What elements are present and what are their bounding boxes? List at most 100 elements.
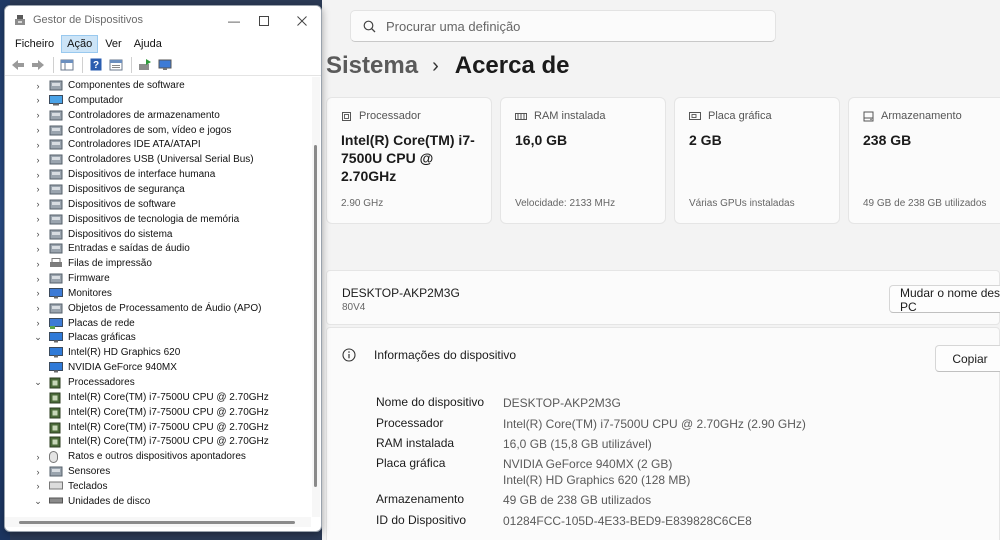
tree-category-item[interactable]: › Dispositivos de tecnologia de memória [33,212,240,227]
tree-category-item[interactable]: › Sensores [33,464,111,479]
chevron-right-icon[interactable]: › [33,155,43,165]
forward-button[interactable] [29,56,47,74]
chevron-right-icon[interactable]: › [33,288,43,298]
tree-category-item[interactable]: › Filas de impressão [33,256,152,271]
chevron-right-icon[interactable]: › [33,274,43,284]
svg-text:?: ? [93,60,99,71]
chevron-right-icon[interactable]: › [33,170,43,180]
chevron-right-icon[interactable]: › [33,199,43,209]
spec-key: Placa gráfica [376,456,446,470]
chevron-right-icon[interactable]: › [33,184,43,194]
chevron-right-icon[interactable]: › [33,318,43,328]
tree-item-label: NVIDIA GeForce 940MX [68,362,177,374]
keyboard-icon [49,481,63,492]
chevron-right-icon[interactable]: › [33,467,43,477]
menu-action[interactable]: Ação [61,35,99,53]
show-hide-console-tree-button[interactable] [58,56,76,74]
tree-device-item[interactable]: Intel(R) Core(TM) i7-7500U CPU @ 2.70GHz [49,390,269,405]
tree-category-item[interactable]: › Computador [33,93,123,108]
breadcrumb-system-link[interactable]: Sistema [326,52,418,80]
chevron-right-icon[interactable]: › [33,229,43,239]
menu-view[interactable]: Ver [100,36,127,52]
tree-item-label: Computador [68,94,124,106]
chevron-right-icon[interactable]: › [33,95,43,105]
menu-file[interactable]: Ficheiro [10,36,59,52]
tree-category-item[interactable]: › Controladores IDE ATA/ATAPI [33,137,201,152]
chevron-right-icon[interactable]: › [33,125,43,135]
tree-device-item[interactable]: Intel(R) Core(TM) i7-7500U CPU @ 2.70GHz [49,405,269,420]
tree-item-label: Controladores IDE ATA/ATAPI [68,139,201,151]
tree-category-item[interactable]: › Controladores de armazenamento [33,108,220,123]
tree-category-item[interactable]: › Firmware [33,271,110,286]
tree-category-item[interactable]: › Dispositivos de interface humana [33,167,216,182]
horizontal-scrollbar[interactable] [5,517,311,527]
help-button[interactable]: ? [87,56,105,74]
chevron-right-icon[interactable]: › [33,140,43,150]
copy-button[interactable]: Copiar [935,345,1000,372]
tree-category-item[interactable]: › Dispositivos de segurança [33,182,185,197]
tree-category-item[interactable]: ⌄ Unidades de disco [33,494,150,509]
tree-device-item[interactable]: Intel(R) HD Graphics 620 [49,345,180,360]
search-box[interactable] [350,10,776,42]
tree-category-item[interactable]: › Objetos de Processamento de Áudio (APO) [33,301,262,316]
scan-hardware-button[interactable] [156,56,174,74]
network-adapter-icon [49,317,63,329]
maximize-button[interactable] [252,12,276,30]
toolbar: ? [5,54,321,76]
speaker-icon [49,125,63,136]
menu-help[interactable]: Ajuda [129,36,167,52]
tree-category-item[interactable]: › Dispositivos de software [33,197,176,212]
title-bar[interactable]: Gestor de Dispositivos — [5,6,321,34]
update-driver-button[interactable] [136,56,154,74]
tree-device-item[interactable]: Intel(R) Core(TM) i7-7500U CPU @ 2.70GHz [49,434,269,449]
minimize-button[interactable]: — [222,12,246,30]
tree-category-item[interactable]: ⌄ Processadores [33,375,135,390]
tree-item-label: Controladores USB (Universal Serial Bus) [68,154,254,166]
tree-category-item[interactable]: › Componentes de software [33,78,185,93]
tree-category-item[interactable]: › Placas de rede [33,316,135,331]
tree-category-item[interactable]: › Monitores [33,286,112,301]
tree-device-item[interactable]: Intel(R) Core(TM) i7-7500U CPU @ 2.70GHz [49,420,269,435]
tree-category-item[interactable]: › Controladores de som, vídeo e jogos [33,123,232,138]
spec-value: DESKTOP-AKP2M3G [503,396,621,410]
tree-item-label: Entradas e saídas de áudio [68,243,190,255]
chevron-right-icon[interactable]: › [33,303,43,313]
vertical-scroll-thumb[interactable] [314,145,317,487]
chevron-right-icon[interactable]: › [33,81,43,91]
tree-category-item[interactable]: › Controladores USB (Universal Serial Bus… [33,152,254,167]
tree-category-item[interactable]: › Ratos e outros dispositivos apontadores [33,449,246,464]
chevron-right-icon[interactable]: › [33,481,43,491]
vertical-scrollbar[interactable] [312,77,320,517]
chevron-right-icon[interactable]: › [33,214,43,224]
tree-device-item[interactable]: NVIDIA GeForce 940MX [49,360,177,375]
rename-pc-button[interactable]: Mudar o nome deste PC [889,285,1000,314]
tree-category-item[interactable]: › Dispositivos do sistema [33,227,173,242]
chevron-right-icon[interactable]: › [33,244,43,254]
window-title: Gestor de Dispositivos [33,14,144,26]
mouse-icon [49,451,63,464]
tree-item-label: Intel(R) Core(TM) i7-7500U CPU @ 2.70GHz [68,406,269,418]
device-info-header[interactable]: Informações do dispositivo [342,348,516,362]
close-button[interactable] [290,12,314,30]
horizontal-scroll-thumb[interactable] [19,521,295,524]
card-subtext: 49 GB de 238 GB utilizados [863,198,987,209]
chevron-right-icon[interactable]: › [33,452,43,462]
chevron-down-icon[interactable]: ⌄ [33,332,43,343]
back-button[interactable] [9,56,27,74]
ram-card: RAM instalada 16,0 GB Velocidade: 2133 M… [500,97,666,224]
spec-value: Intel(R) HD Graphics 620 (128 MB) [503,473,691,487]
chevron-down-icon[interactable]: ⌄ [33,496,43,507]
display-adapter-icon [49,362,63,373]
tree-category-item[interactable]: › Entradas e saídas de áudio [33,241,190,256]
search-input[interactable] [386,18,746,34]
device-info-title: Informações do dispositivo [374,348,517,362]
processor-icon [49,407,63,419]
chevron-right-icon[interactable]: › [33,110,43,120]
chevron-right-icon[interactable]: › [33,259,43,269]
toolbar-separator [82,56,83,73]
tree-category-item[interactable]: ⌄ Placas gráficas [33,330,136,345]
tree-category-item[interactable]: › Teclados [33,479,108,494]
properties-button[interactable] [107,56,125,74]
card-value: Intel(R) Core(TM) i7-7500U CPU @ 2.70GHz [341,132,475,184]
chevron-down-icon[interactable]: ⌄ [33,377,43,388]
